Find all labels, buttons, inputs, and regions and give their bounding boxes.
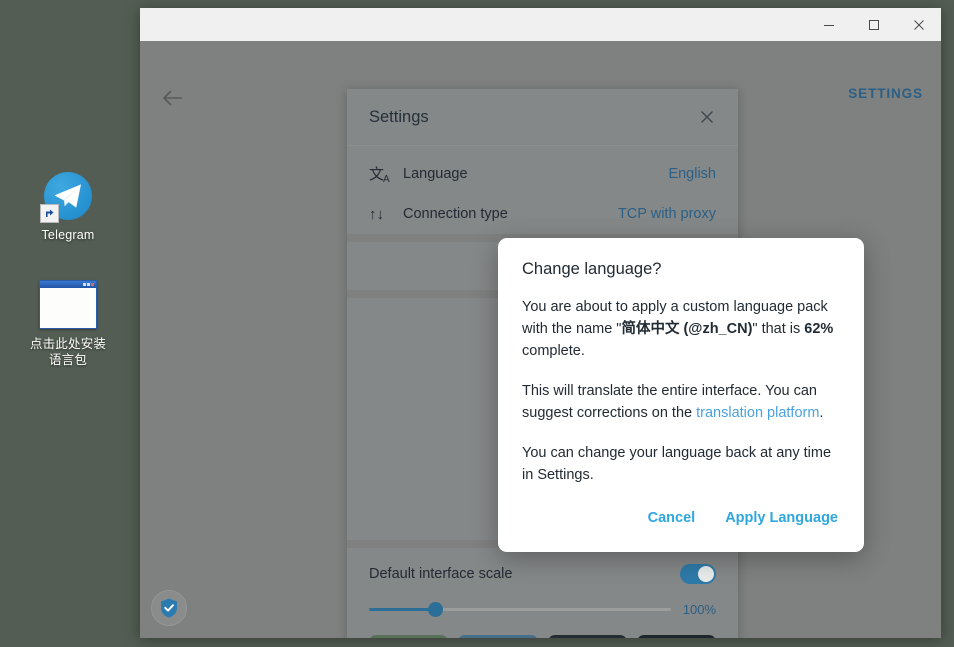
translate-icon: 文A [369, 167, 403, 182]
interface-scale-toggle[interactable] [680, 564, 716, 584]
desktop-icon-label: 点击此处安装 语言包 [30, 336, 106, 368]
dialog-language-name: 简体中文 (@zh_CN) [621, 321, 752, 337]
settings-panel-header: Settings [347, 89, 738, 146]
theme-chip-dark[interactable] [548, 635, 627, 638]
slider-thumb[interactable] [428, 602, 443, 617]
dialog-completion-percent: 62% [804, 321, 833, 337]
dialog-paragraph-3: You can change your language back at any… [522, 442, 840, 486]
cancel-button[interactable]: Cancel [646, 506, 698, 530]
dialog-paragraph-2: This will translate the entire interface… [522, 380, 840, 424]
telegram-window: SETTINGS Settings 文A Lan [140, 8, 941, 638]
shield-check-icon [159, 597, 179, 619]
interface-scale-slider[interactable] [369, 608, 671, 611]
window-maximize-button[interactable] [851, 8, 896, 41]
window-close-button[interactable] [896, 8, 941, 41]
theme-chooser [347, 617, 738, 638]
settings-row-connection-type[interactable]: ↑↓ Connection type TCP with proxy [347, 194, 738, 234]
theme-chip-night[interactable] [637, 635, 716, 638]
dialog-title: Change language? [522, 260, 840, 279]
dialog-text-segment: " that is [752, 321, 804, 337]
window-titlebar [140, 8, 941, 41]
desktop-icon-telegram[interactable]: Telegram [13, 172, 123, 243]
settings-panel-title: Settings [369, 108, 694, 127]
close-icon [699, 109, 715, 125]
window-file-icon-dot [87, 283, 90, 286]
toggle-knob [698, 566, 714, 582]
connection-arrows-icon: ↑↓ [369, 206, 403, 223]
connection-arrows-glyph: ↑↓ [369, 206, 384, 223]
desktop-icon-label: Telegram [41, 227, 94, 243]
dialog-text-segment: complete. [522, 343, 585, 359]
window-minimize-button[interactable] [806, 8, 851, 41]
security-shield-button[interactable] [151, 590, 187, 626]
telegram-paper-plane-icon [44, 172, 92, 220]
window-file-icon [39, 280, 97, 329]
settings-row-label: Language [403, 166, 668, 182]
settings-row-language[interactable]: 文A Language English [347, 154, 738, 194]
interface-scale-value: 100% [683, 602, 716, 617]
change-language-dialog: Change language? You are about to apply … [498, 238, 864, 552]
shortcut-overlay-icon [40, 204, 59, 223]
settings-section-label: SETTINGS [848, 86, 923, 101]
theme-chip-green[interactable] [369, 635, 448, 638]
translation-platform-link[interactable]: translation platform [696, 405, 819, 421]
window-file-icon-body [40, 288, 96, 328]
apply-language-button[interactable]: Apply Language [723, 506, 840, 530]
settings-close-button[interactable] [694, 104, 720, 130]
back-button[interactable] [160, 85, 186, 111]
settings-row-value: English [668, 166, 716, 182]
translate-icon-glyph: 文 [369, 166, 384, 183]
slider-fill [369, 608, 435, 611]
settings-row-label: Connection type [403, 206, 618, 222]
dialog-actions: Cancel Apply Language [522, 502, 840, 536]
interface-scale-block: Default interface scale 100% [347, 548, 738, 617]
window-file-icon-titlebar [40, 281, 96, 288]
window-content: SETTINGS Settings 文A Lan [140, 41, 941, 638]
theme-chip-blue[interactable] [458, 635, 537, 638]
translate-icon-subglyph: A [383, 174, 390, 185]
arrow-left-icon [162, 89, 184, 107]
dialog-paragraph-1: You are about to apply a custom language… [522, 296, 840, 362]
window-file-icon-dot [91, 283, 94, 286]
settings-row-value: TCP with proxy [618, 206, 716, 222]
dialog-text-segment: . [819, 405, 823, 421]
interface-scale-label: Default interface scale [369, 566, 680, 582]
window-file-icon-dot [83, 283, 86, 286]
desktop-icon-language-pack-installer[interactable]: 点击此处安装 语言包 [13, 280, 123, 368]
